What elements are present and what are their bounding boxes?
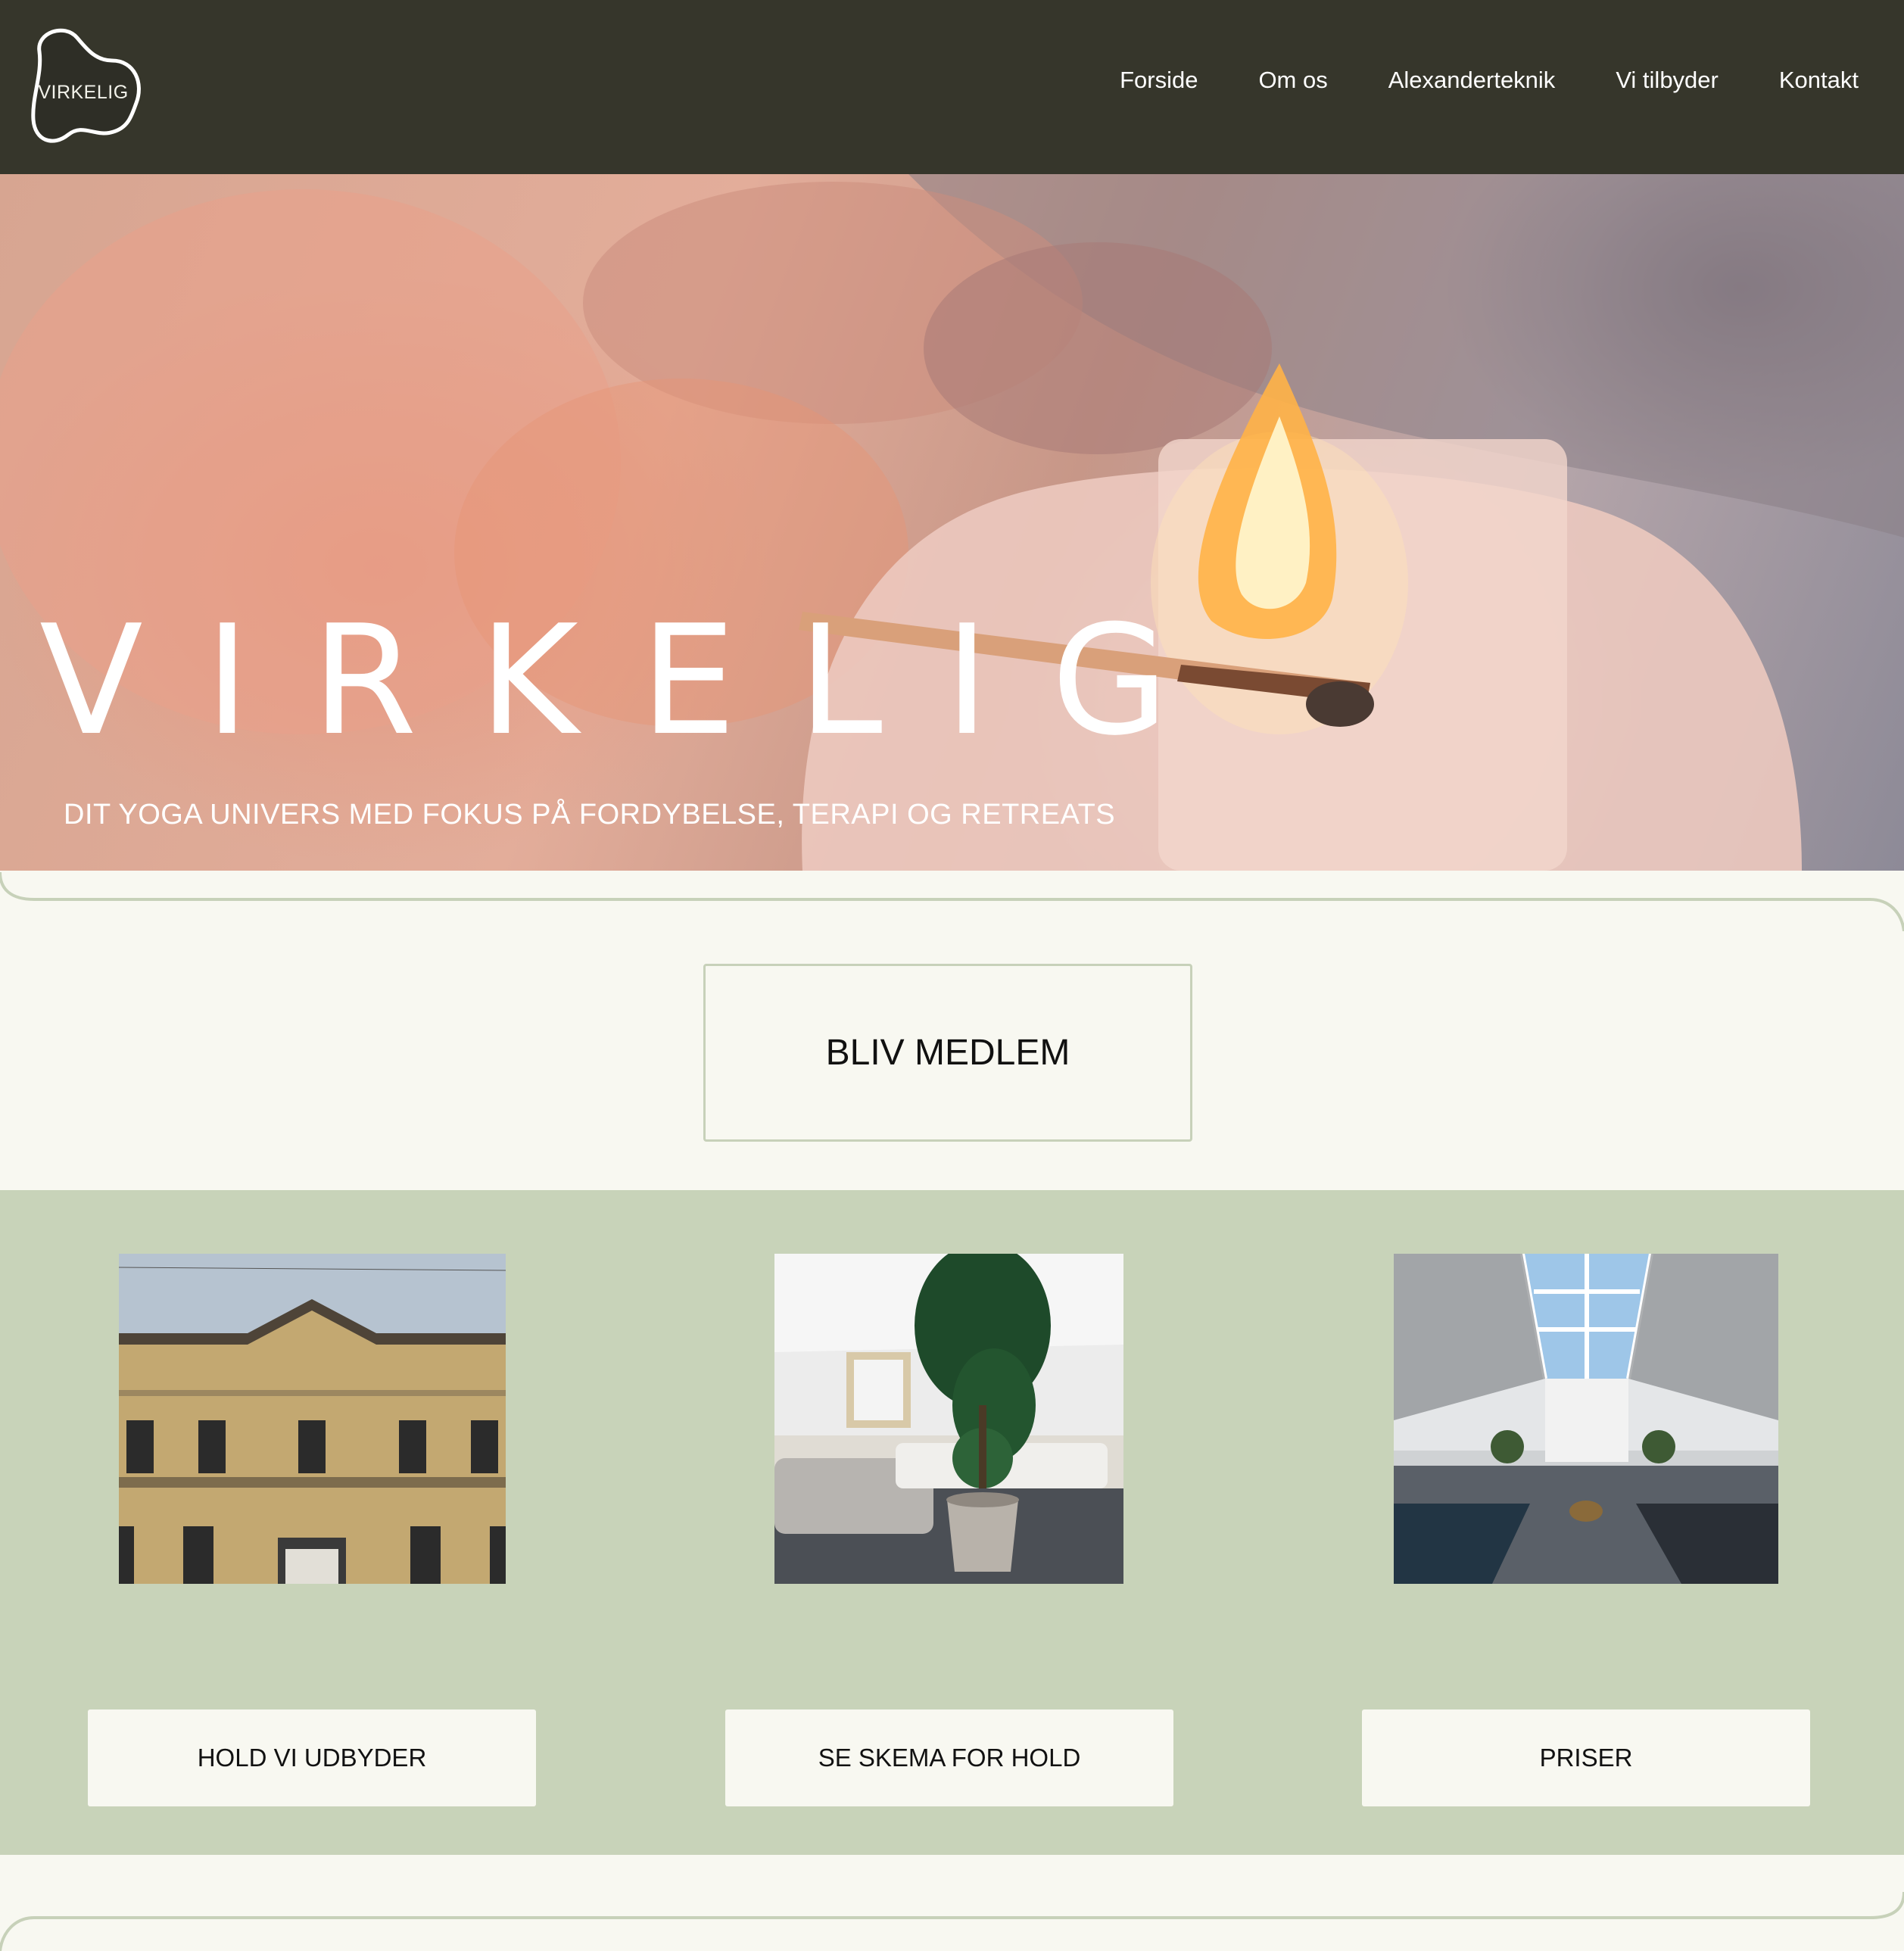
logo-text: VIRKELIG <box>38 82 129 103</box>
main-nav: Forside Om os Alexanderteknik Vi tilbyde… <box>1120 67 1859 94</box>
nav-kontakt[interactable]: Kontakt <box>1779 67 1859 94</box>
yoga-studio-photo <box>1394 1254 1778 1584</box>
hero-subtitle: DIT YOGA UNIVERS MED FOKUS PÅ FORDYBELSE… <box>64 799 1116 831</box>
nav-alexanderteknik[interactable]: Alexanderteknik <box>1388 67 1556 94</box>
prices-button[interactable]: PRISER <box>1362 1709 1810 1806</box>
lounge-plant-photo <box>774 1254 1123 1584</box>
site-header: VIRKELIG Forside Om os Alexanderteknik V… <box>0 0 1904 174</box>
virkelig-logo[interactable]: VIRKELIG <box>23 21 148 146</box>
nav-forside[interactable]: Forside <box>1120 67 1198 94</box>
section-divider-line <box>0 871 1904 931</box>
nav-om-os[interactable]: Om os <box>1258 67 1327 94</box>
nav-vi-tilbyder[interactable]: Vi tilbyder <box>1616 67 1719 94</box>
features-section: HOLD VI UDBYDER SE SKEMA FOR HOLD PRISER <box>0 1190 1904 1855</box>
hero-banner: VIRKELIG DIT YOGA UNIVERS MED FOKUS PÅ F… <box>0 174 1904 871</box>
building-photo <box>119 1254 506 1584</box>
become-member-button[interactable]: BLIV MEDLEM <box>703 964 1192 1142</box>
hero-title: VIRKELIG <box>39 593 1231 769</box>
classes-offered-button[interactable]: HOLD VI UDBYDER <box>88 1709 536 1806</box>
class-schedule-button[interactable]: SE SKEMA FOR HOLD <box>725 1709 1173 1806</box>
bottom-divider-line <box>0 1891 1904 1951</box>
